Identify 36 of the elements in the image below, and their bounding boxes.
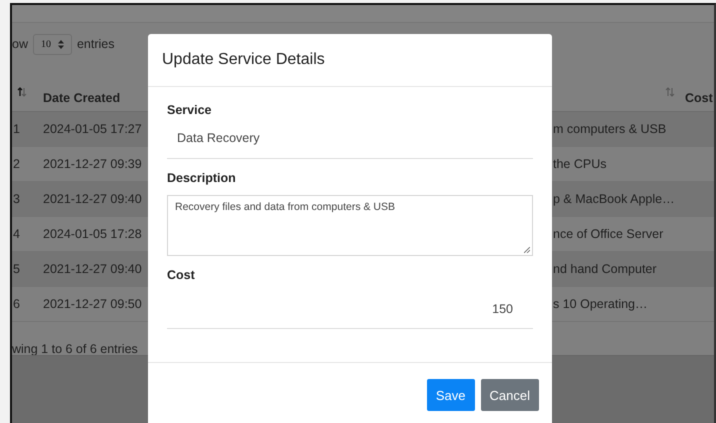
sort-icon[interactable] [17, 87, 27, 97]
table-cell: nd hand Computer [553, 262, 657, 276]
cancel-button[interactable]: Cancel [480, 379, 539, 411]
field-label: Cost [167, 268, 195, 282]
table-cell: nce of Office Server [553, 227, 664, 241]
input-field[interactable]: 150 [167, 294, 533, 329]
row-number: 1 [13, 122, 20, 136]
row-number: 3 [13, 192, 20, 206]
table-cell: s 10 Operating… [553, 297, 648, 311]
row-number: 6 [13, 297, 20, 311]
updown-icon [58, 40, 64, 49]
entries-select[interactable]: 10 [32, 34, 72, 55]
table-cell: 2024-01-05 17:28 [43, 227, 142, 241]
resize-grip-icon[interactable] [524, 247, 530, 253]
modal-title: Update Service Details [162, 51, 325, 69]
row-number: 4 [13, 227, 20, 241]
table-info: wing 1 to 6 of 6 entries [12, 342, 138, 356]
table-cell: 2024-01-05 17:27 [43, 122, 142, 136]
table-cell: 2021-12-27 09:50 [43, 297, 142, 311]
field-label: Description [167, 171, 236, 185]
textarea-field[interactable]: Recovery files and data from computers & USB [167, 195, 533, 256]
column-header[interactable]: Date Created [43, 91, 120, 105]
row-number: 2 [13, 157, 20, 171]
table-cell: 2021-12-27 09:39 [43, 157, 142, 171]
column-header[interactable]: Cost [685, 91, 713, 105]
save-button[interactable]: Save [426, 379, 475, 411]
table-cell: 2021-12-27 09:40 [43, 262, 142, 276]
table-cell: 2021-12-27 09:40 [43, 192, 142, 206]
entries-label: entries [76, 37, 115, 51]
input-field[interactable]: Data Recovery [167, 129, 533, 159]
table-cell: m computers & USB [553, 122, 666, 136]
field-label: Service [167, 103, 212, 117]
table-cell: the CPUs [553, 157, 606, 171]
show-label: ow [12, 37, 28, 51]
table-cell: p & MacBook Apple… [553, 192, 675, 206]
row-number: 5 [13, 262, 20, 276]
